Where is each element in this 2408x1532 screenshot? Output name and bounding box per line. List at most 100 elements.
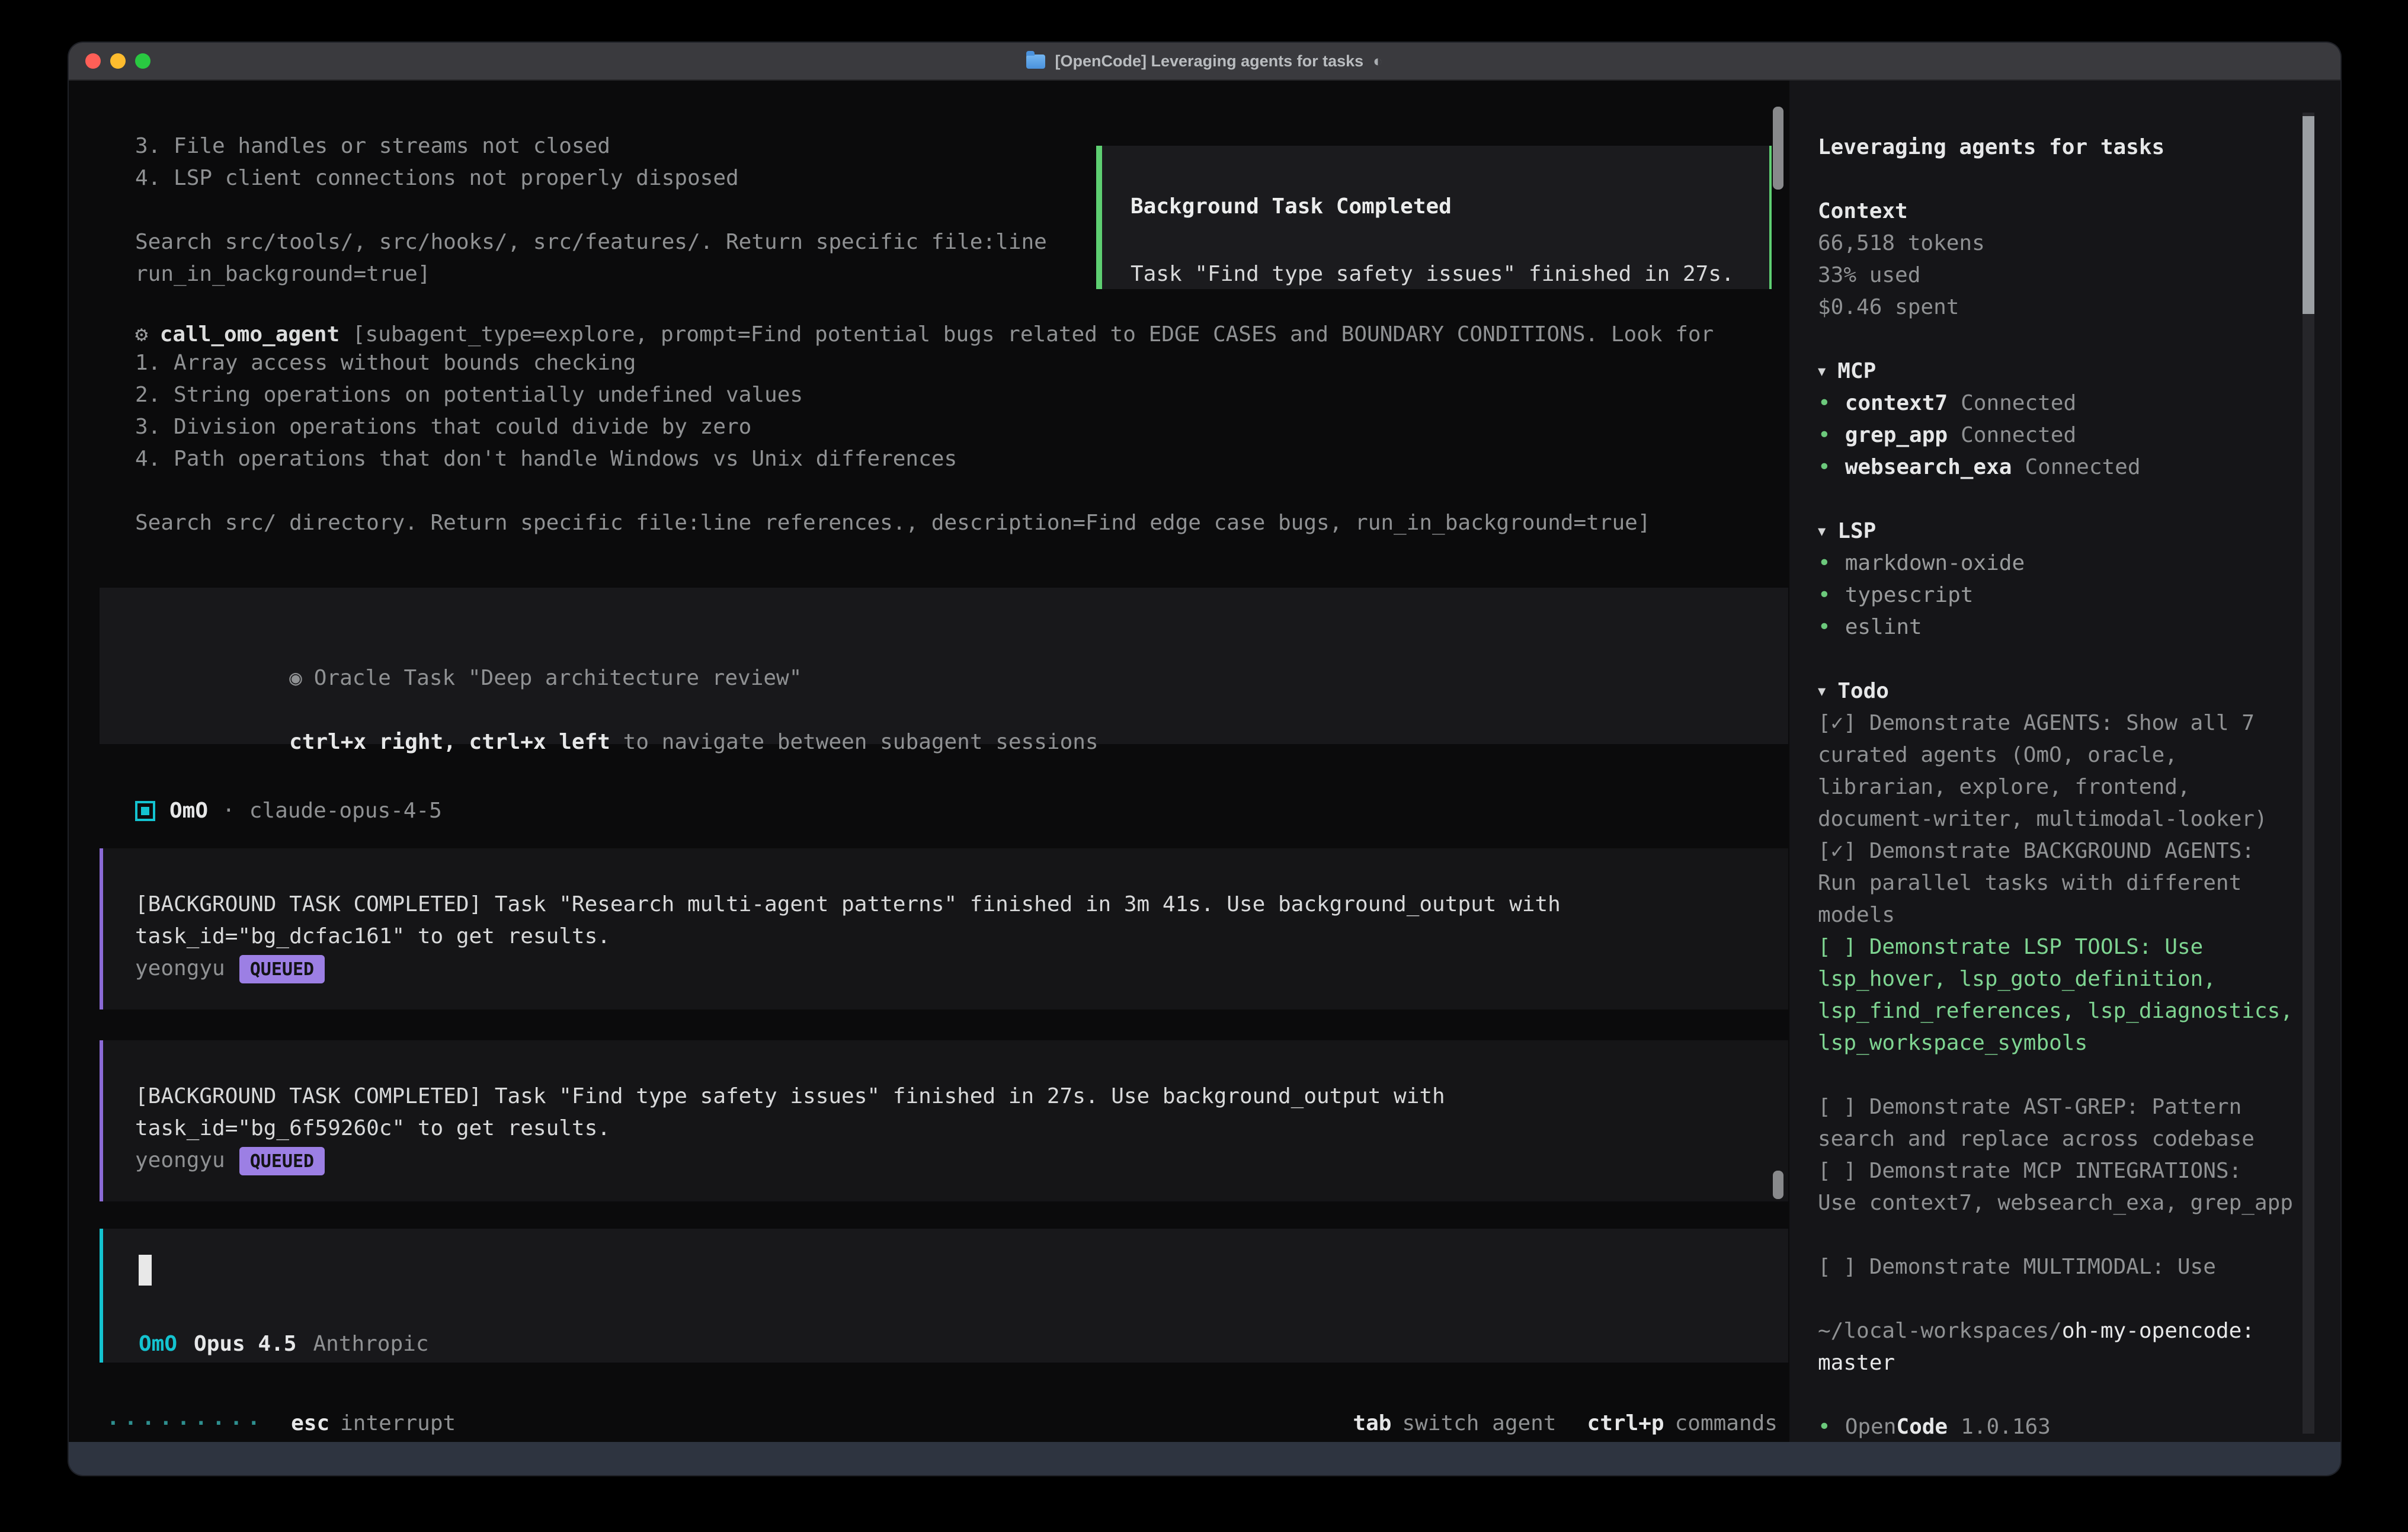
ctrlp-key-hint: ctrl+p [1587, 1411, 1664, 1436]
esc-key-hint: esc [291, 1411, 329, 1436]
message-meta: yeongyu QUEUED [135, 953, 1788, 985]
spinner-dots-icon: ········· [107, 1411, 265, 1436]
mcp-item: • context7 Connected [1818, 387, 2300, 419]
opencode-terminal-window: [OpenCode] Leveraging agents for tasks ◐… [69, 43, 2340, 1475]
todo-item-active: [ ] Demonstrate LSP TOOLS: Use lsp_hover… [1818, 931, 2304, 1059]
edge-case-item: 1. Array access without bounds checking [135, 347, 1789, 379]
background-task-message: [BACKGROUND TASK COMPLETED] Task "Find t… [100, 1040, 1788, 1201]
lsp-item: • eslint [1818, 611, 2300, 643]
green-dot-icon: • [1818, 547, 1831, 579]
status-bar: ········· esc interrupt tab switch agent… [107, 1408, 1778, 1440]
tool-call-name: call_omo_agent [160, 322, 340, 347]
input-provider-name: Anthropic [313, 1332, 428, 1357]
mcp-name: websearch_exa [1845, 451, 2012, 483]
desktop: [OpenCode] Leveraging agents for tasks ◐… [0, 0, 2408, 1532]
section-todo[interactable]: ▼ Todo [1818, 675, 2300, 707]
hint-text: to navigate between subagent sessions [623, 730, 1099, 755]
workspace-repo: oh-my-opencode: [2062, 1319, 2255, 1344]
green-dot-icon: • [1818, 419, 1831, 451]
agent-separator: · [222, 799, 235, 823]
hint-keys: ctrl+x right, ctrl+x left [289, 730, 610, 755]
toast-notification[interactable]: Background Task Completed Task "Find typ… [1096, 146, 1772, 289]
chevron-down-icon: ▼ [1818, 515, 1826, 547]
minimize-button[interactable] [110, 53, 126, 69]
green-dot-icon: • [1818, 611, 1831, 643]
context-heading-label: Context [1818, 195, 1908, 227]
context-tokens: 66,518 tokens [1818, 227, 2300, 259]
oracle-task-title-line: ◉Oracle Task "Deep architecture review" [135, 630, 1788, 662]
tool-call-args: [subagent_type=explore, prompt=Find pote… [340, 322, 1714, 347]
message-text: [BACKGROUND TASK COMPLETED] Task "Find t… [135, 1081, 1676, 1145]
app-name-bold: Code [1896, 1411, 1948, 1442]
tool-call-line: ⚙ call_omo_agent [subagent_type=explore, … [135, 322, 1789, 347]
workspace-path-prefix: ~/local-workspaces/ [1818, 1319, 2062, 1344]
edge-case-item: 4. Path operations that don't handle Win… [135, 443, 1789, 475]
message-user: yeongyu [135, 1148, 225, 1173]
main-scrollbar-thumb[interactable] [1773, 107, 1783, 190]
agent-session-header[interactable]: OmO · claude-opus-4-5 [135, 795, 1789, 827]
text-cursor [139, 1255, 152, 1286]
version-row: • OpenCode 1.0.163 [1818, 1411, 2300, 1442]
gear-icon: ⚙ [135, 322, 148, 347]
window-bottom-strip [69, 1442, 2340, 1475]
section-mcp[interactable]: ▼ MCP [1818, 355, 2300, 387]
mcp-status: Connected [2025, 451, 2140, 483]
todo-heading-label: Todo [1837, 675, 1889, 707]
session-sidebar: Leveraging agents for tasks Context 66,5… [1789, 81, 2340, 1442]
lsp-heading-label: LSP [1837, 515, 1876, 547]
mcp-name: grep_app [1845, 419, 1948, 451]
input-agent-name: OmO [139, 1332, 177, 1357]
app-name-dim: Open [1845, 1411, 1897, 1442]
context-spent: $0.46 spent [1818, 291, 2300, 323]
prompt-input[interactable]: OmO Opus 4.5 Anthropic [100, 1229, 1788, 1363]
green-dot-icon: • [1818, 387, 1831, 419]
agent-name: OmO [169, 799, 208, 823]
mcp-item: • websearch_exa Connected [1818, 451, 2300, 483]
lsp-name: markdown-oxide [1845, 547, 2025, 579]
edge-case-item: 3. Division operations that could divide… [135, 411, 1789, 443]
agent-checkbox-icon [135, 801, 155, 821]
chevron-down-icon: ▼ [1818, 355, 1826, 387]
chat-main-area: 3. File handles or streams not closed 4.… [69, 81, 1789, 1442]
session-title: Leveraging agents for tasks [1818, 132, 2300, 164]
ctrlp-key-label: commands [1675, 1411, 1778, 1436]
toast-title: Background Task Completed [1131, 191, 1769, 223]
tab-key-label: switch agent [1402, 1411, 1556, 1436]
oracle-status-icon: ◉ [289, 666, 302, 691]
mcp-item: • grep_app Connected [1818, 419, 2300, 451]
sidebar-scrollbar-thumb[interactable] [2303, 116, 2314, 314]
main-scrollbar-thumb[interactable] [1773, 1171, 1783, 1199]
green-dot-icon: • [1818, 1411, 1831, 1442]
app-version: 1.0.163 [1961, 1411, 2051, 1442]
oracle-task-panel: ◉Oracle Task "Deep architecture review" … [100, 588, 1788, 744]
lsp-name: typescript [1845, 579, 1974, 611]
section-lsp[interactable]: ▼ LSP [1818, 515, 2300, 547]
message-text: [BACKGROUND TASK COMPLETED] Task "Resear… [135, 889, 1676, 953]
window-title: [OpenCode] Leveraging agents for tasks [1055, 52, 1364, 70]
mcp-name: context7 [1845, 387, 1948, 419]
todo-item-pending: [ ] Demonstrate AST-GREP: Pattern search… [1818, 1091, 2304, 1155]
mcp-status: Connected [1961, 419, 2076, 451]
workspace-path: ~/local-workspaces/oh-my-opencode: maste… [1818, 1315, 2304, 1379]
zoom-button[interactable] [135, 53, 150, 69]
input-model-name: Opus 4.5 [194, 1332, 296, 1357]
agent-model: claude-opus-4-5 [249, 799, 442, 823]
folder-icon [1027, 54, 1046, 68]
message-meta: yeongyu QUEUED [135, 1145, 1788, 1177]
half-circle-icon: ◐ [1373, 52, 1382, 70]
edge-case-item: 2. String operations on potentially unde… [135, 379, 1789, 411]
status-badge: QUEUED [239, 1146, 325, 1175]
lsp-item: • typescript [1818, 579, 2300, 611]
todo-item-pending: [ ] Demonstrate MCP INTEGRATIONS: Use co… [1818, 1155, 2304, 1219]
close-button[interactable] [85, 53, 101, 69]
todo-item-done: [✓] Demonstrate BACKGROUND AGENTS: Run p… [1818, 835, 2304, 931]
mcp-heading-label: MCP [1837, 355, 1876, 387]
chevron-down-icon: ▼ [1818, 675, 1826, 707]
message-user: yeongyu [135, 956, 225, 981]
subagent-navigation-hint: ctrl+x right, ctrl+x left to navigate be… [135, 694, 1788, 726]
mcp-status: Connected [1961, 387, 2076, 419]
toast-body: Task "Find type safety issues" finished … [1131, 258, 1769, 290]
titlebar[interactable]: [OpenCode] Leveraging agents for tasks ◐ [69, 43, 2340, 81]
context-heading: Context [1818, 195, 2300, 227]
oracle-task-title: Oracle Task "Deep architecture review" [314, 666, 802, 691]
